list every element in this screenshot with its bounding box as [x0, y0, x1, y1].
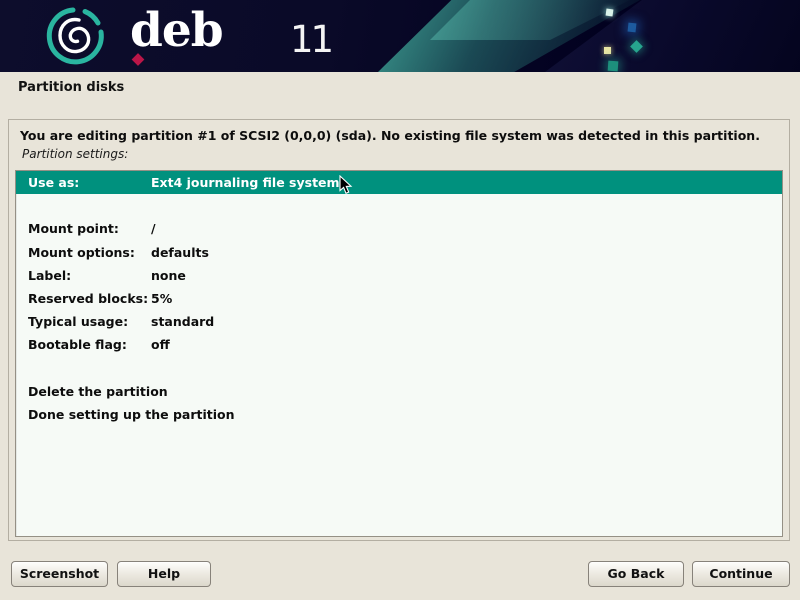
- row-value: 5%: [151, 291, 172, 306]
- sparkle-square: [628, 23, 637, 33]
- row-label: Done setting up the partition: [16, 407, 151, 422]
- mouse-cursor-icon: [339, 175, 353, 195]
- installer-banner: debıan 11: [0, 0, 800, 72]
- row-value: defaults: [151, 245, 209, 260]
- row-label: Typical usage:: [16, 314, 151, 329]
- help-button[interactable]: Help: [117, 561, 211, 587]
- row-value: Ext4 journaling file system: [151, 175, 340, 190]
- settings-label: Partition settings:: [22, 147, 128, 161]
- question-text: You are editing partition #1 of SCSI2 (0…: [20, 128, 780, 143]
- list-item[interactable]: Reserved blocks: 5%: [16, 287, 782, 310]
- list-item[interactable]: Use as: Ext4 journaling file system: [16, 171, 782, 194]
- row-label: Use as:: [16, 175, 151, 190]
- go-back-button[interactable]: Go Back: [588, 561, 684, 587]
- row-value: off: [151, 337, 170, 352]
- row-value: /: [151, 221, 156, 236]
- list-item[interactable]: Mount point: /: [16, 217, 782, 240]
- brand-name: debıan: [130, 3, 223, 72]
- row-label: Bootable flag:: [16, 337, 151, 352]
- content-frame: You are editing partition #1 of SCSI2 (0…: [8, 119, 790, 541]
- row-label: Label:: [16, 268, 151, 283]
- list-item[interactable]: Label: none: [16, 264, 782, 287]
- brand-version: 11: [290, 21, 331, 59]
- list-item[interactable]: Typical usage: standard: [16, 310, 782, 333]
- row-value: standard: [151, 314, 214, 329]
- sparkle-square: [608, 61, 619, 72]
- partition-settings-list[interactable]: Use as: Ext4 journaling file system Moun…: [15, 170, 783, 537]
- list-item[interactable]: Done setting up the partition: [16, 403, 782, 426]
- row-label: Mount point:: [16, 221, 151, 236]
- list-item[interactable]: Delete the partition: [16, 380, 782, 403]
- sparkle-square: [604, 47, 611, 54]
- row-label: Reserved blocks:: [16, 291, 151, 306]
- list-item[interactable]: Mount options: defaults: [16, 241, 782, 264]
- list-item[interactable]: [16, 357, 782, 380]
- continue-button[interactable]: Continue: [692, 561, 790, 587]
- row-value: none: [151, 268, 186, 283]
- sparkle-square: [606, 9, 614, 17]
- screenshot-button[interactable]: Screenshot: [11, 561, 108, 587]
- debian-swirl-icon: [45, 5, 107, 69]
- row-label: Delete the partition: [16, 384, 151, 399]
- page-title: Partition disks: [18, 80, 124, 95]
- row-label: Mount options:: [16, 245, 151, 260]
- list-item[interactable]: [16, 194, 782, 217]
- list-item[interactable]: Bootable flag: off: [16, 333, 782, 356]
